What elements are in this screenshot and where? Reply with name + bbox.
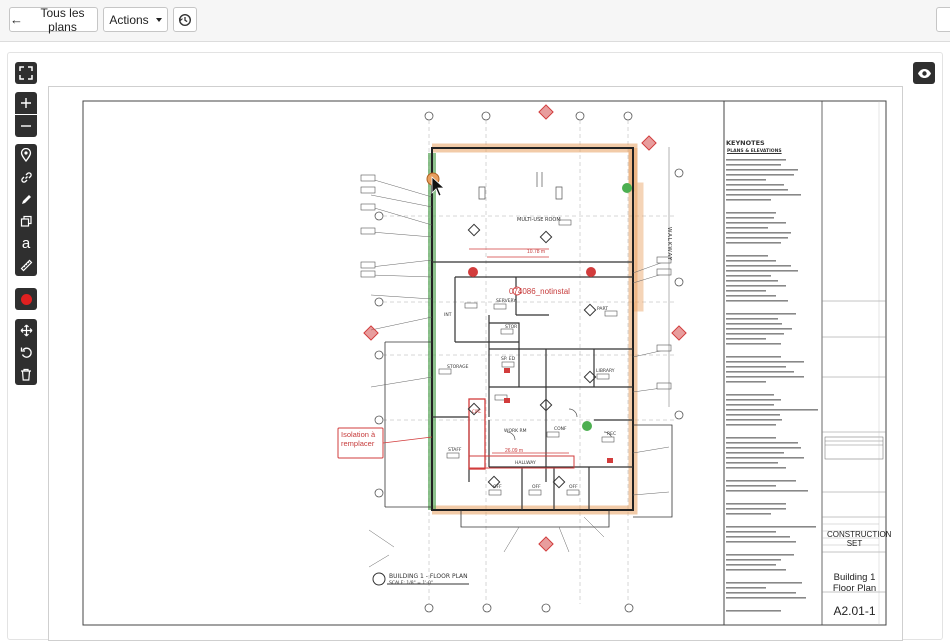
color-swatch-icon [20, 293, 32, 305]
text-icon: a [21, 234, 31, 252]
room-label: SP. ED [501, 357, 516, 362]
pin-annotation-label[interactable]: 074086_notinstal [509, 287, 570, 296]
ruler-tool[interactable] [15, 254, 37, 276]
delete-tool[interactable] [15, 363, 37, 385]
insulation-note[interactable]: Isolation à remplacer [341, 430, 383, 448]
drawing-scale: SCALE: 1/8" = 1'-0" [389, 581, 433, 586]
more-button[interactable] [936, 7, 950, 32]
zoom-out-button[interactable] [15, 115, 37, 137]
drawing-title: BUILDING 1 - FLOOR PLAN [389, 573, 468, 580]
link-icon [20, 171, 32, 183]
ruler-icon [20, 259, 32, 271]
room-label: OFF [569, 485, 578, 490]
keynotes-list [726, 159, 818, 612]
eye-icon [917, 68, 931, 78]
room-label: STORAGE [447, 365, 469, 370]
move-icon [20, 324, 32, 336]
pin-tool[interactable] [15, 144, 37, 166]
history-button[interactable] [173, 7, 197, 32]
room-label: INT [444, 313, 452, 318]
room-label: CONF [554, 427, 567, 432]
color-picker[interactable] [15, 288, 37, 310]
history-icon [178, 13, 192, 26]
copy-icon [20, 215, 32, 227]
fullscreen-button[interactable] [15, 62, 37, 84]
sheet-number: A2.01-1 [833, 604, 876, 618]
zoom-out-icon [21, 125, 31, 127]
keynotes-section-heading: PLANS & ELEVATIONS [727, 149, 782, 154]
dimension-label-1: 10.78 m [527, 249, 546, 255]
room-label: SERVERY [496, 299, 517, 304]
room-label: HALLWAY [515, 461, 536, 466]
project-name: CONSTRUCTION SET [827, 530, 892, 548]
visibility-toggle[interactable] [913, 62, 935, 84]
plan-sheet[interactable]: 074086_notinstal Isolation à remplacer 1… [48, 86, 903, 641]
link-tool[interactable] [15, 166, 37, 188]
fullscreen-icon [19, 66, 33, 80]
room-label: PART [597, 307, 609, 312]
rotate-tool[interactable] [15, 341, 37, 363]
actions-button[interactable]: Actions [103, 7, 168, 32]
room-label: WORK RM [504, 429, 527, 434]
walkway-label: WALKWAY [666, 227, 672, 262]
room-label: REC [607, 432, 617, 437]
pin-icon [20, 148, 32, 162]
arrow-left-icon: ← [10, 12, 23, 27]
room-label: OFF [493, 485, 502, 490]
plan-viewer: a 074086_notinstal Isolation à remplacer… [7, 52, 943, 641]
zoom-in-button[interactable] [15, 92, 37, 114]
room-label: LIBRARY [596, 369, 615, 374]
back-to-plans-button[interactable]: ← Tous les plans [9, 5, 98, 34]
back-button-label: Tous les plans [40, 5, 85, 34]
top-toolbar: ← Tous les plans Actions [0, 0, 950, 42]
room-label: OFF [532, 485, 541, 490]
pencil-tool[interactable] [15, 188, 37, 210]
actions-button-label: Actions [109, 12, 149, 27]
text-tool[interactable]: a [15, 232, 37, 254]
sheet-title: Building 1 Floor Plan [832, 572, 877, 594]
room-label: STOR [505, 325, 518, 330]
copy-tool[interactable] [15, 210, 37, 232]
keynotes-title: KEYNOTES [726, 139, 765, 147]
room-label: CIRC [472, 409, 482, 414]
caret-down-icon [155, 17, 162, 22]
zoom-in-icon [21, 98, 31, 108]
rotate-icon [20, 347, 32, 358]
room-label: STAFF [448, 448, 462, 453]
move-tool[interactable] [15, 319, 37, 341]
pencil-icon [21, 194, 31, 204]
dimension-label-2: 26.09 m [505, 448, 524, 454]
trash-icon [21, 368, 31, 381]
room-label: MULTI-USE ROOM [517, 217, 561, 223]
